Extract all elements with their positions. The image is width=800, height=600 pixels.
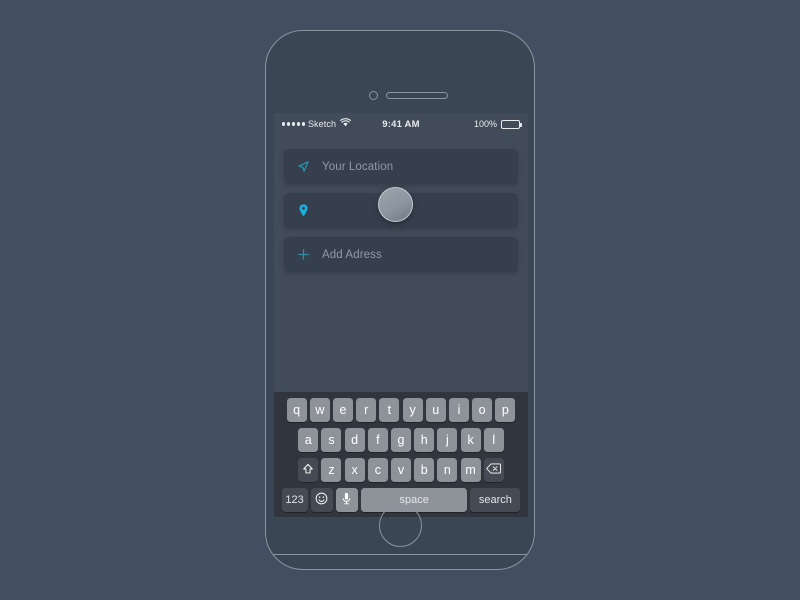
key-j[interactable]: j — [437, 428, 458, 452]
key-g[interactable]: g — [391, 428, 411, 452]
add-address-field[interactable]: Add Adress — [284, 237, 518, 272]
key-z[interactable]: z — [321, 458, 342, 482]
key-e[interactable]: e — [333, 398, 354, 422]
shift-key[interactable] — [298, 458, 319, 482]
key-d[interactable]: d — [344, 428, 365, 452]
numbers-key[interactable]: 123 — [281, 488, 308, 512]
phone-body: Sketch 9:41 AM 100% Your Location Add Ad… — [266, 31, 534, 569]
key-r[interactable]: r — [356, 398, 377, 422]
key-t[interactable]: t — [379, 398, 400, 422]
battery-percent-label: 100% — [473, 119, 497, 129]
home-button[interactable] — [379, 504, 422, 547]
battery-icon — [501, 119, 522, 129]
your-location-label: Your Location — [322, 160, 394, 173]
navigation-arrow-icon — [296, 161, 311, 172]
microphone-icon — [342, 492, 351, 508]
key-m[interactable]: m — [460, 458, 481, 482]
key-x[interactable]: x — [344, 458, 365, 482]
destination-field[interactable] — [284, 187, 518, 228]
key-a[interactable]: a — [298, 428, 319, 452]
key-k[interactable]: k — [460, 428, 481, 452]
map-pin-icon — [296, 204, 311, 217]
screen-bottom-divider — [266, 553, 534, 555]
key-i[interactable]: i — [448, 398, 469, 422]
your-location-field[interactable]: Your Location — [284, 149, 518, 184]
keyboard-row-1: q w e r t y u i o p — [276, 398, 526, 422]
volume-up-button[interactable] — [266, 171, 267, 201]
earpiece-speaker-icon — [386, 92, 448, 99]
microphone-key[interactable] — [335, 488, 358, 512]
location-fields: Your Location Add Adress — [274, 135, 528, 272]
wifi-icon — [340, 118, 352, 130]
keyboard-row-3: z x c v b n m — [276, 458, 526, 482]
key-v[interactable]: v — [391, 458, 411, 482]
keyboard-row-2: a s d f g h j k l — [276, 428, 526, 452]
key-o[interactable]: o — [472, 398, 493, 422]
onscreen-keyboard: q w e r t y u i o p a s d f g h j k l z … — [274, 392, 528, 517]
emoji-icon — [315, 492, 328, 508]
key-f[interactable]: f — [367, 428, 388, 452]
phone-mockup: Sketch 9:41 AM 100% Your Location Add Ad… — [265, 30, 535, 570]
key-q[interactable]: q — [286, 398, 307, 422]
key-y[interactable]: y — [402, 398, 423, 422]
phone-screen: Sketch 9:41 AM 100% Your Location Add Ad… — [274, 113, 528, 517]
key-s[interactable]: s — [321, 428, 342, 452]
key-n[interactable]: n — [437, 458, 458, 482]
backspace-icon — [486, 463, 502, 477]
status-bar-left: Sketch — [282, 118, 352, 130]
search-key[interactable]: search — [470, 488, 521, 512]
silent-switch[interactable] — [266, 139, 267, 157]
shift-icon — [302, 463, 314, 478]
key-l[interactable]: l — [483, 428, 504, 452]
backspace-key[interactable] — [483, 458, 504, 482]
plus-icon — [296, 249, 311, 260]
status-bar-right: 100% — [473, 119, 522, 129]
carrier-label: Sketch — [307, 119, 337, 129]
emoji-key[interactable] — [310, 488, 333, 512]
signal-strength-icon — [282, 122, 305, 126]
key-h[interactable]: h — [414, 428, 435, 452]
status-bar: Sketch 9:41 AM 100% — [274, 113, 528, 135]
key-w[interactable]: w — [309, 398, 330, 422]
key-b[interactable]: b — [414, 458, 435, 482]
add-address-label: Add Adress — [322, 248, 382, 261]
key-u[interactable]: u — [425, 398, 446, 422]
volume-down-button[interactable] — [266, 211, 267, 241]
power-button[interactable] — [533, 149, 534, 191]
finger-touch-circle — [378, 187, 413, 222]
camera-icon — [369, 91, 378, 100]
key-c[interactable]: c — [367, 458, 388, 482]
key-p[interactable]: p — [495, 398, 516, 422]
